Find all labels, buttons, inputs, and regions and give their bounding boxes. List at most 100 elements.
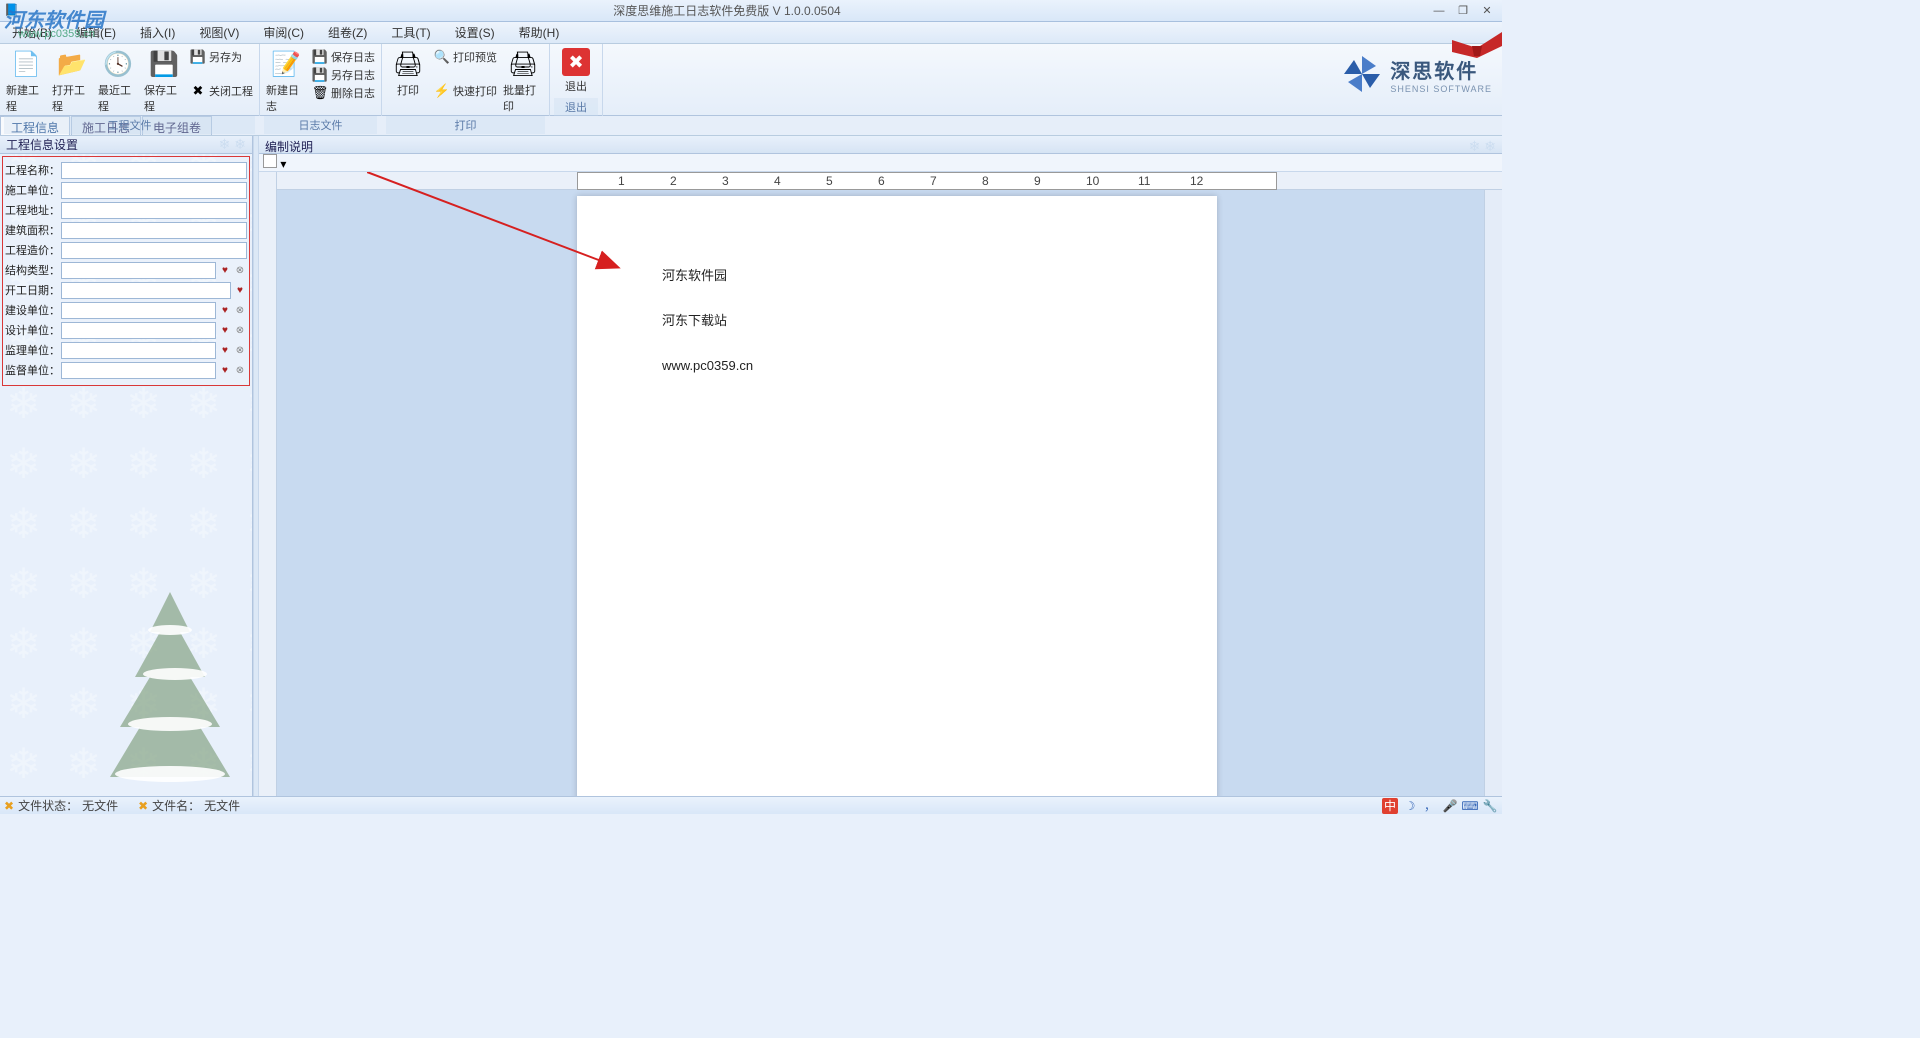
ribbon-toolbar: 📄新建工程 📂打开工程 🕓最近工程 💾保存工程 💾另存为 ✖关闭工程 工程文件 … bbox=[0, 44, 1502, 116]
print-button[interactable]: 🖨打印 bbox=[386, 46, 430, 100]
favorite-icon[interactable]: ♥ bbox=[218, 363, 232, 377]
form-row-10: 监督单位：♥⊗ bbox=[5, 361, 247, 379]
clear-icon[interactable]: ⊗ bbox=[233, 323, 247, 337]
status-bar: ✖ 文件状态： 无文件 ✖ 文件名： 无文件 中 ☽ ， 🎤 ⌨ 🔧 bbox=[0, 796, 1502, 814]
menu-bar: 开始(B) 编辑(E) 插入(I) 视图(V) 审阅(C) 组卷(Z) 工具(T… bbox=[0, 22, 1502, 44]
clear-icon[interactable]: ⊗ bbox=[233, 263, 247, 277]
group-label-print: 打印 bbox=[386, 116, 545, 134]
title-bar: 📘 深度思维施工日志软件免费版 V 1.0.0.0504 — ❐ ✕ bbox=[0, 0, 1502, 22]
form-input-2[interactable] bbox=[61, 202, 247, 219]
preview-icon: 🔍 bbox=[434, 49, 450, 65]
menu-settings[interactable]: 设置(S) bbox=[443, 24, 507, 41]
form-label: 工程名称： bbox=[5, 162, 61, 178]
exit-label: 退出 bbox=[565, 78, 587, 94]
date-picker-icon[interactable]: ♥ bbox=[233, 283, 247, 297]
form-label: 开工日期： bbox=[5, 282, 61, 298]
file-name-icon: ✖ bbox=[138, 799, 148, 813]
form-row-1: 施工单位： bbox=[5, 181, 247, 199]
form-input-4[interactable] bbox=[61, 242, 247, 259]
menu-review[interactable]: 审阅(C) bbox=[251, 24, 316, 41]
save-log-as-button[interactable]: 💾另存日志 bbox=[310, 66, 377, 84]
status-file-name: ✖ 文件名： 无文件 bbox=[138, 797, 240, 814]
close-project-button[interactable]: ✖关闭工程 bbox=[188, 82, 255, 100]
menu-tools[interactable]: 工具(T) bbox=[379, 24, 442, 41]
format-dropdown-icon[interactable] bbox=[263, 154, 277, 168]
logo-text: 深思软件 bbox=[1390, 55, 1492, 84]
form-input-9[interactable] bbox=[61, 342, 216, 359]
menu-insert[interactable]: 插入(I) bbox=[128, 24, 187, 41]
tray-settings-icon[interactable]: 🔧 bbox=[1482, 798, 1498, 814]
app-icon: 📘 bbox=[4, 3, 20, 19]
form-input-5[interactable] bbox=[61, 262, 216, 279]
maximize-button[interactable]: ❐ bbox=[1452, 3, 1474, 19]
tray-mic-icon[interactable]: 🎤 bbox=[1442, 798, 1458, 814]
document-viewport[interactable]: 河东软件园 河东下载站 www.pc0359.cn bbox=[277, 190, 1484, 796]
form-row-9: 监理单位： ♥⊗ bbox=[5, 341, 247, 359]
tree-decoration-icon bbox=[90, 582, 250, 792]
tray-keyboard-icon[interactable]: ⌨ bbox=[1462, 798, 1478, 814]
group-label-log: 日志文件 bbox=[264, 116, 377, 134]
ruler-mark: 9 bbox=[1034, 174, 1041, 188]
new-project-button[interactable]: 📄新建工程 bbox=[4, 46, 48, 116]
clear-icon[interactable]: ⊗ bbox=[233, 363, 247, 377]
save-project-button[interactable]: 💾保存工程 bbox=[142, 46, 186, 116]
recent-icon: 🕓 bbox=[102, 48, 134, 80]
file-name-label: 文件名： bbox=[152, 797, 200, 814]
close-button[interactable]: ✕ bbox=[1476, 3, 1498, 19]
ruler-mark: 12 bbox=[1190, 174, 1203, 188]
save-as-label: 另存为 bbox=[209, 49, 242, 65]
clear-icon[interactable]: ⊗ bbox=[233, 303, 247, 317]
document-page[interactable]: 河东软件园 河东下载站 www.pc0359.cn bbox=[577, 196, 1217, 796]
form-input-1[interactable] bbox=[61, 182, 247, 199]
quick-print-button[interactable]: ⚡快速打印 bbox=[432, 82, 499, 100]
menu-group[interactable]: 组卷(Z) bbox=[316, 24, 379, 41]
form-label: 设计单位： bbox=[5, 322, 61, 338]
ribbon-group-exit: ✖退出 退出 bbox=[550, 44, 603, 116]
delete-log-button[interactable]: 🗑删除日志 bbox=[310, 84, 377, 102]
system-tray: 中 ☽ ， 🎤 ⌨ 🔧 bbox=[1382, 798, 1498, 814]
form-label: 结构类型： bbox=[5, 262, 61, 278]
new-log-label: 新建日志 bbox=[266, 82, 306, 114]
save-log-button[interactable]: 💾保存日志 bbox=[310, 48, 377, 66]
form-label: 施工单位： bbox=[5, 182, 61, 198]
favorite-icon[interactable]: ♥ bbox=[218, 303, 232, 317]
form-input-7[interactable] bbox=[61, 302, 216, 319]
quick-print-icon: ⚡ bbox=[434, 83, 450, 99]
form-label: 工程地址： bbox=[5, 202, 61, 218]
form-input-0[interactable] bbox=[61, 162, 247, 179]
file-state-label: 文件状态： bbox=[18, 797, 78, 814]
form-input-8[interactable] bbox=[61, 322, 216, 339]
save-as-button[interactable]: 💾另存为 bbox=[188, 48, 255, 66]
print-preview-label: 打印预览 bbox=[453, 49, 497, 65]
clear-icon[interactable]: ⊗ bbox=[233, 343, 247, 357]
tray-comma-icon[interactable]: ， bbox=[1422, 798, 1438, 814]
favorite-icon[interactable]: ♥ bbox=[218, 263, 232, 277]
form-row-4: 工程造价： bbox=[5, 241, 247, 259]
menu-help[interactable]: 帮助(H) bbox=[507, 24, 572, 41]
tray-moon-icon[interactable]: ☽ bbox=[1402, 798, 1418, 814]
menu-view[interactable]: 视图(V) bbox=[187, 24, 251, 41]
form-label: 监理单位： bbox=[5, 342, 61, 358]
ribbon-group-project: 📄新建工程 📂打开工程 🕓最近工程 💾保存工程 💾另存为 ✖关闭工程 工程文件 bbox=[0, 44, 260, 116]
form-input-6[interactable] bbox=[61, 282, 231, 299]
exit-button[interactable]: ✖退出 bbox=[554, 46, 598, 96]
recent-project-button[interactable]: 🕓最近工程 bbox=[96, 46, 140, 116]
favorite-icon[interactable]: ♥ bbox=[218, 343, 232, 357]
minimize-button[interactable]: — bbox=[1428, 3, 1450, 19]
save-log-as-icon: 💾 bbox=[312, 67, 328, 83]
print-preview-button[interactable]: 🔍打印预览 bbox=[432, 48, 499, 66]
save-icon: 💾 bbox=[148, 48, 180, 80]
ruler-mark: 7 bbox=[930, 174, 937, 188]
save-project-label: 保存工程 bbox=[144, 82, 184, 114]
batch-print-button[interactable]: 🖨批量打印 bbox=[501, 46, 545, 116]
format-toolbar[interactable]: ▾ bbox=[259, 154, 1502, 172]
vertical-scrollbar[interactable] bbox=[1484, 190, 1502, 796]
editor-title: 编制说明 bbox=[265, 138, 313, 151]
save-log-as-label: 另存日志 bbox=[331, 67, 375, 83]
ime-indicator[interactable]: 中 bbox=[1382, 798, 1398, 814]
form-input-10[interactable] bbox=[61, 362, 216, 379]
open-project-button[interactable]: 📂打开工程 bbox=[50, 46, 94, 116]
form-input-3[interactable] bbox=[61, 222, 247, 239]
favorite-icon[interactable]: ♥ bbox=[218, 323, 232, 337]
new-log-button[interactable]: 📝新建日志 bbox=[264, 46, 308, 116]
